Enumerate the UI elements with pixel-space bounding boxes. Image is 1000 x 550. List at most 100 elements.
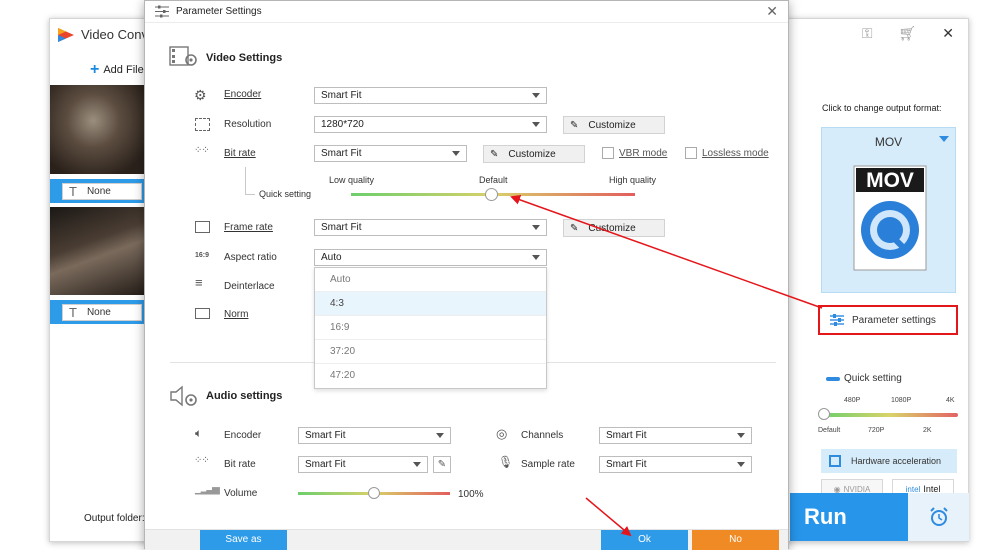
mov-logo-text: MOV — [866, 169, 914, 192]
checkbox-box[interactable] — [602, 147, 614, 159]
chevron-down-icon — [737, 462, 745, 467]
select-value: Smart Fit — [321, 90, 362, 101]
close-icon[interactable]: ✕ — [766, 3, 778, 20]
pencil-icon: ✎ — [570, 222, 579, 234]
lossless-mode-checkbox[interactable]: Lossless mode — [685, 147, 769, 159]
chevron-down-icon — [532, 93, 540, 98]
audio-settings-title: Audio settings — [206, 390, 283, 402]
output-format-selector[interactable]: MOV MOV — [821, 127, 956, 293]
quick-setting-knob[interactable] — [818, 408, 830, 420]
chip-icon — [829, 455, 841, 467]
hardware-acceleration-label: Hardware acceleration — [851, 456, 942, 466]
framerate-select[interactable]: Smart Fit — [314, 219, 547, 236]
key-icon[interactable]: ⚿ — [862, 25, 873, 42]
norm-label[interactable]: Norm — [224, 309, 248, 320]
quick-setting-slider[interactable] — [822, 413, 958, 417]
monitor-icon — [195, 308, 210, 319]
resolution-select[interactable]: 1280*720 — [314, 116, 547, 133]
low-quality-label: Low quality — [329, 175, 375, 185]
video-settings-title: Video Settings — [206, 52, 283, 64]
select-value: Auto — [321, 252, 342, 263]
channels-select[interactable]: Smart Fit — [599, 427, 752, 444]
video-encoder-select[interactable]: Smart Fit — [314, 87, 547, 104]
tick-label: 720P — [868, 427, 885, 434]
checkbox-box[interactable] — [685, 147, 697, 159]
film-frame-icon — [195, 221, 210, 233]
quick-setting-label: Quick setting — [826, 373, 902, 384]
chevron-down-icon — [436, 433, 444, 438]
subtitle-selector[interactable]: T None — [62, 304, 142, 321]
pencil-icon: ✎ — [490, 148, 499, 160]
save-as-button[interactable]: Save as — [200, 530, 287, 550]
subtitle-value: None — [86, 186, 111, 197]
framerate-label[interactable]: Frame rate — [224, 222, 273, 233]
aspect-ratio-select[interactable]: Auto — [314, 249, 547, 266]
bitrate-label[interactable]: Bit rate — [224, 148, 256, 159]
lossless-mode-label: Lossless mode — [702, 147, 769, 159]
video-thumbnail[interactable] — [50, 207, 146, 295]
run-button[interactable]: Run — [790, 493, 908, 541]
parameter-settings-dialog: Parameter Settings ✕ Video Settings ⚙ En… — [144, 0, 789, 550]
resolution-customize-button[interactable]: ✎ Customize — [563, 116, 665, 134]
add-files-label: Add File — [103, 64, 144, 76]
deinterlace-label: Deinterlace — [224, 281, 275, 292]
dropdown-option[interactable]: 47:20 — [315, 364, 546, 388]
text-icon: T — [69, 184, 77, 199]
audio-bitrate-select[interactable]: Smart Fit — [298, 456, 428, 473]
high-quality-label: High quality — [609, 175, 657, 185]
quick-setting-text: Quick setting — [844, 373, 902, 384]
app-title: Video Conv — [81, 27, 148, 42]
sliders-icon — [830, 314, 844, 326]
dropdown-option[interactable]: Auto — [315, 268, 546, 292]
aspect-ratio-label: Aspect ratio — [224, 252, 277, 263]
slider-icon — [826, 376, 840, 381]
pencil-icon: ✎ — [570, 119, 579, 131]
bitrate-dots-icon: ⁘⁘ — [194, 145, 210, 156]
subtitle-selector[interactable]: T None — [62, 183, 142, 200]
pencil-icon[interactable]: ✎ — [433, 456, 451, 473]
dropdown-option[interactable]: 16:9 — [315, 316, 546, 340]
alarm-clock-icon — [929, 507, 948, 526]
tick-label: 2K — [923, 427, 932, 434]
customize-label: Customize — [588, 222, 636, 234]
bitrate-select[interactable]: Smart Fit — [314, 145, 467, 162]
select-value: 1280*720 — [321, 119, 364, 130]
bitrate-customize-button[interactable]: ✎ Customize — [483, 145, 585, 163]
no-button[interactable]: No — [692, 530, 779, 550]
ok-button[interactable]: Ok — [601, 530, 688, 550]
aspect-ratio-icon: 16:9 — [195, 252, 210, 259]
dropdown-option[interactable]: 37:20 — [315, 340, 546, 364]
vbr-mode-checkbox[interactable]: VBR mode — [602, 147, 667, 159]
volume-value: 100% — [458, 489, 484, 500]
encoder-label[interactable]: Encoder — [224, 89, 261, 100]
dialog-title: Parameter Settings — [176, 6, 262, 17]
video-thumbnail[interactable] — [50, 85, 146, 174]
sample-rate-select[interactable]: Smart Fit — [599, 456, 752, 473]
quality-slider-knob[interactable] — [485, 188, 498, 201]
resolution-label: Resolution — [224, 119, 272, 130]
hardware-acceleration[interactable]: Hardware acceleration — [821, 449, 957, 473]
tick-label: 4K — [946, 397, 955, 404]
alarm-clock-button[interactable] — [908, 493, 969, 541]
tick-label: 480P — [844, 397, 861, 404]
window-controls: ⚿ 🛒︎ ✕ — [862, 25, 954, 42]
audio-encoder-select[interactable]: Smart Fit — [298, 427, 451, 444]
speaker-icon: 🔈︎ — [195, 426, 203, 440]
dropdown-option[interactable]: 4:3 — [315, 292, 546, 316]
chevron-down-icon — [452, 151, 460, 156]
add-files-button[interactable]: + Add File — [90, 61, 144, 78]
cart-icon[interactable]: 🛒︎ — [898, 25, 916, 42]
framerate-customize-button[interactable]: ✎ Customize — [563, 219, 665, 237]
close-icon[interactable]: ✕ — [942, 25, 954, 42]
volume-slider-knob[interactable] — [368, 487, 380, 499]
select-value: Smart Fit — [606, 459, 647, 470]
chevron-down-icon — [532, 255, 540, 260]
select-value: Smart Fit — [321, 222, 362, 233]
chevron-down-icon — [532, 225, 540, 230]
parameter-settings-button[interactable]: Parameter settings — [818, 305, 958, 335]
plus-icon: + — [90, 61, 100, 78]
deinterlace-icon: ≡ — [195, 275, 203, 290]
subtitle-value: None — [86, 307, 111, 318]
tick-label: 1080P — [891, 397, 912, 404]
quick-setting-connector — [245, 167, 255, 195]
